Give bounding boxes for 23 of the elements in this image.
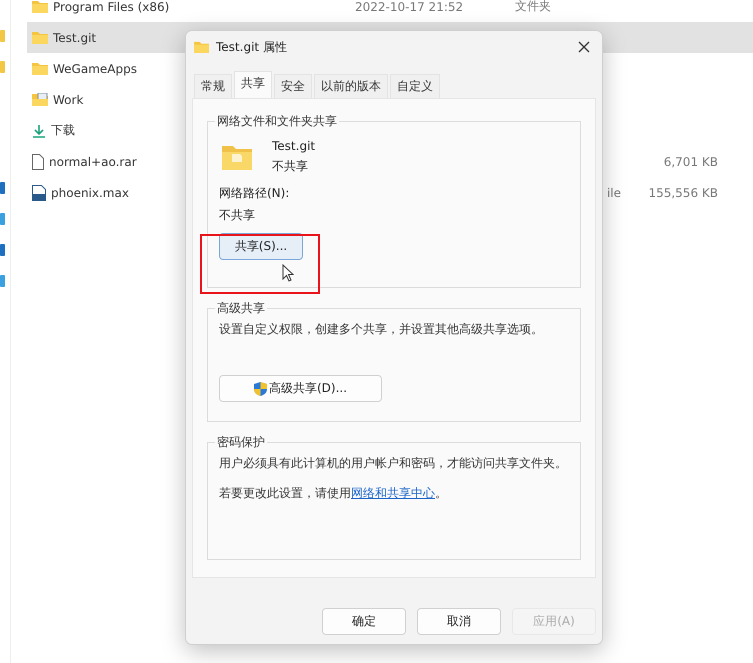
setting-text: 若要更改此设置，请使用网络和共享中心。 — [219, 485, 447, 502]
description-text: 设置自定义权限，创建多个共享，并设置其他高级共享选项。 — [219, 321, 543, 338]
window-title: Test.git 属性 — [216, 38, 287, 56]
file-name: 下载 — [51, 122, 75, 139]
file-name: Test.git — [53, 30, 96, 44]
group-title: 高级共享 — [215, 301, 267, 316]
file-name: WeGameApps — [53, 62, 137, 76]
file-type: ile — [606, 186, 621, 200]
file-name: phoenix.max — [51, 186, 129, 200]
file-size: 6,701 KB — [664, 154, 718, 168]
path-label: 网络路径(N): — [219, 185, 290, 202]
folder-name: Test.git — [272, 139, 316, 153]
file-type: 文件夹 — [515, 0, 551, 13]
group-title: 密码保护 — [215, 435, 267, 450]
file-name: Work — [53, 92, 84, 106]
file-name: normal+ao.rar — [49, 154, 137, 168]
file-size: 155,556 KB — [648, 186, 718, 200]
description-text: 用户必须具有此计算机的用户帐户和密码，才能访问共享文件夹。 — [219, 455, 567, 472]
file-name: Program Files (x86) — [53, 0, 170, 14]
file-date: 2022-10-17 21:52 — [355, 0, 464, 14]
share-status: 不共享 — [272, 158, 309, 175]
path-value: 不共享 — [219, 207, 255, 224]
group-title: 网络文件和文件夹共享 — [215, 114, 339, 129]
